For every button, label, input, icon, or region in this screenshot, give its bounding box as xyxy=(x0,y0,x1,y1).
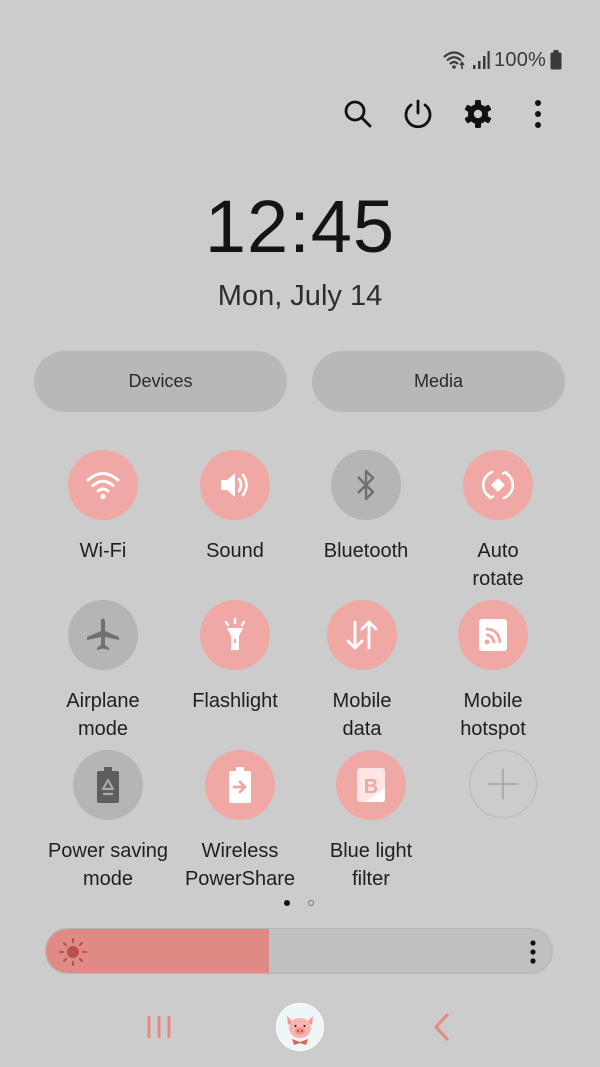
power-button[interactable] xyxy=(388,92,448,136)
add-tile-button[interactable] xyxy=(469,750,537,818)
tile-circle[interactable] xyxy=(205,750,275,820)
tile-add[interactable] xyxy=(433,750,573,818)
tile-label: Blue light filter xyxy=(329,840,413,890)
tile-circle[interactable] xyxy=(458,600,528,670)
clock-time[interactable]: 12:45 xyxy=(0,184,600,269)
tile-label: Power saving mode xyxy=(47,840,169,890)
cell-signal-icon xyxy=(473,51,490,69)
back-button[interactable] xyxy=(418,1000,466,1054)
blue-light-filter-icon: B xyxy=(357,768,385,802)
recents-icon xyxy=(147,1016,171,1038)
settings-button[interactable] xyxy=(448,92,508,136)
top-actions xyxy=(328,92,568,136)
flashlight-icon xyxy=(224,617,246,650)
status-bar: 100% xyxy=(442,46,562,74)
tile-sound[interactable]: Sound xyxy=(165,450,305,565)
tile-airplane-mode[interactable]: Airplane mode xyxy=(33,600,173,743)
brightness-slider[interactable] xyxy=(45,928,553,974)
tile-circle[interactable] xyxy=(200,450,270,520)
avatar xyxy=(276,1003,324,1051)
power-icon xyxy=(404,99,432,129)
search-button[interactable] xyxy=(328,92,388,136)
recents-button[interactable] xyxy=(135,1000,183,1054)
add-icon xyxy=(488,769,518,799)
tile-label: Sound xyxy=(206,540,264,562)
tile-label: Auto rotate xyxy=(472,540,524,590)
pig-avatar-icon xyxy=(287,1016,313,1045)
page-dot-active[interactable] xyxy=(284,900,290,906)
more-vertical-icon[interactable] xyxy=(528,939,538,965)
wifi-calling-icon xyxy=(443,51,465,69)
tile-label: Mobile data xyxy=(332,690,392,740)
tile-bluetooth[interactable]: Bluetooth xyxy=(296,450,436,565)
tile-circle[interactable] xyxy=(68,450,138,520)
navigation-bar xyxy=(0,1000,600,1054)
clock-date[interactable]: Mon, July 14 xyxy=(0,280,600,313)
tile-label: Mobile hotspot xyxy=(460,690,526,740)
more-vertical-icon xyxy=(535,100,541,128)
battery-percent: 100% xyxy=(494,48,546,71)
tile-power-saving-mode[interactable]: Power saving mode xyxy=(38,750,178,893)
media-button[interactable]: Media xyxy=(312,351,565,412)
page-indicator xyxy=(284,900,314,906)
tile-label: Flashlight xyxy=(192,690,278,712)
tile-label: Wi-Fi xyxy=(79,540,127,562)
tile-circle[interactable]: B xyxy=(336,750,406,820)
hotspot-icon xyxy=(479,619,507,651)
tile-circle[interactable] xyxy=(200,600,270,670)
power-saving-icon xyxy=(97,767,119,803)
tile-circle[interactable] xyxy=(327,600,397,670)
svg-text:B: B xyxy=(364,776,378,798)
more-options-button[interactable] xyxy=(508,92,568,136)
tile-label: Wireless PowerShare xyxy=(184,840,296,890)
home-button[interactable] xyxy=(276,1000,324,1054)
wifi-icon xyxy=(86,472,120,500)
tile-circle[interactable] xyxy=(73,750,143,820)
auto-rotate-icon xyxy=(481,470,515,500)
tile-wifi[interactable]: Wi-Fi xyxy=(33,450,173,565)
back-icon xyxy=(434,1013,449,1041)
tile-label: Bluetooth xyxy=(323,540,409,562)
sun-icon xyxy=(59,938,87,966)
search-icon xyxy=(344,100,372,128)
devices-button[interactable]: Devices xyxy=(34,351,287,412)
sound-icon xyxy=(221,473,248,497)
tile-blue-light-filter[interactable]: B Blue light filter xyxy=(301,750,441,893)
airplane-icon xyxy=(87,618,119,650)
tile-label: Airplane mode xyxy=(66,690,140,740)
tile-mobile-data[interactable]: Mobile data xyxy=(292,600,432,743)
page-dot[interactable] xyxy=(308,900,314,906)
gear-icon xyxy=(464,100,492,128)
tile-circle[interactable] xyxy=(463,450,533,520)
wireless-powershare-icon xyxy=(229,767,251,803)
tile-wireless-powershare[interactable]: Wireless PowerShare xyxy=(170,750,310,893)
mobile-data-icon xyxy=(346,620,378,650)
tile-circle[interactable] xyxy=(331,450,401,520)
tile-flashlight[interactable]: Flashlight xyxy=(165,600,305,715)
battery-full-icon xyxy=(550,50,562,70)
tile-auto-rotate[interactable]: Auto rotate xyxy=(428,450,568,593)
tile-mobile-hotspot[interactable]: Mobile hotspot xyxy=(423,600,563,743)
tile-circle[interactable] xyxy=(68,600,138,670)
bluetooth-icon xyxy=(357,469,375,501)
